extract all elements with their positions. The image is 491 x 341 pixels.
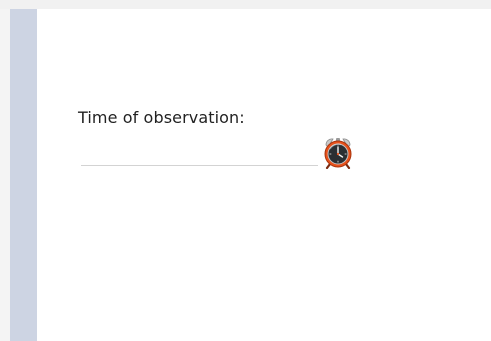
time-picker-button[interactable] bbox=[321, 135, 355, 169]
time-of-observation-label: Time of observation: bbox=[78, 108, 245, 127]
time-of-observation-input[interactable] bbox=[81, 149, 318, 166]
side-rail bbox=[10, 9, 37, 341]
top-strip bbox=[0, 0, 491, 9]
alarm-clock-icon bbox=[324, 138, 352, 169]
left-gutter bbox=[0, 9, 10, 341]
form-panel: Time of observation: bbox=[37, 9, 491, 341]
